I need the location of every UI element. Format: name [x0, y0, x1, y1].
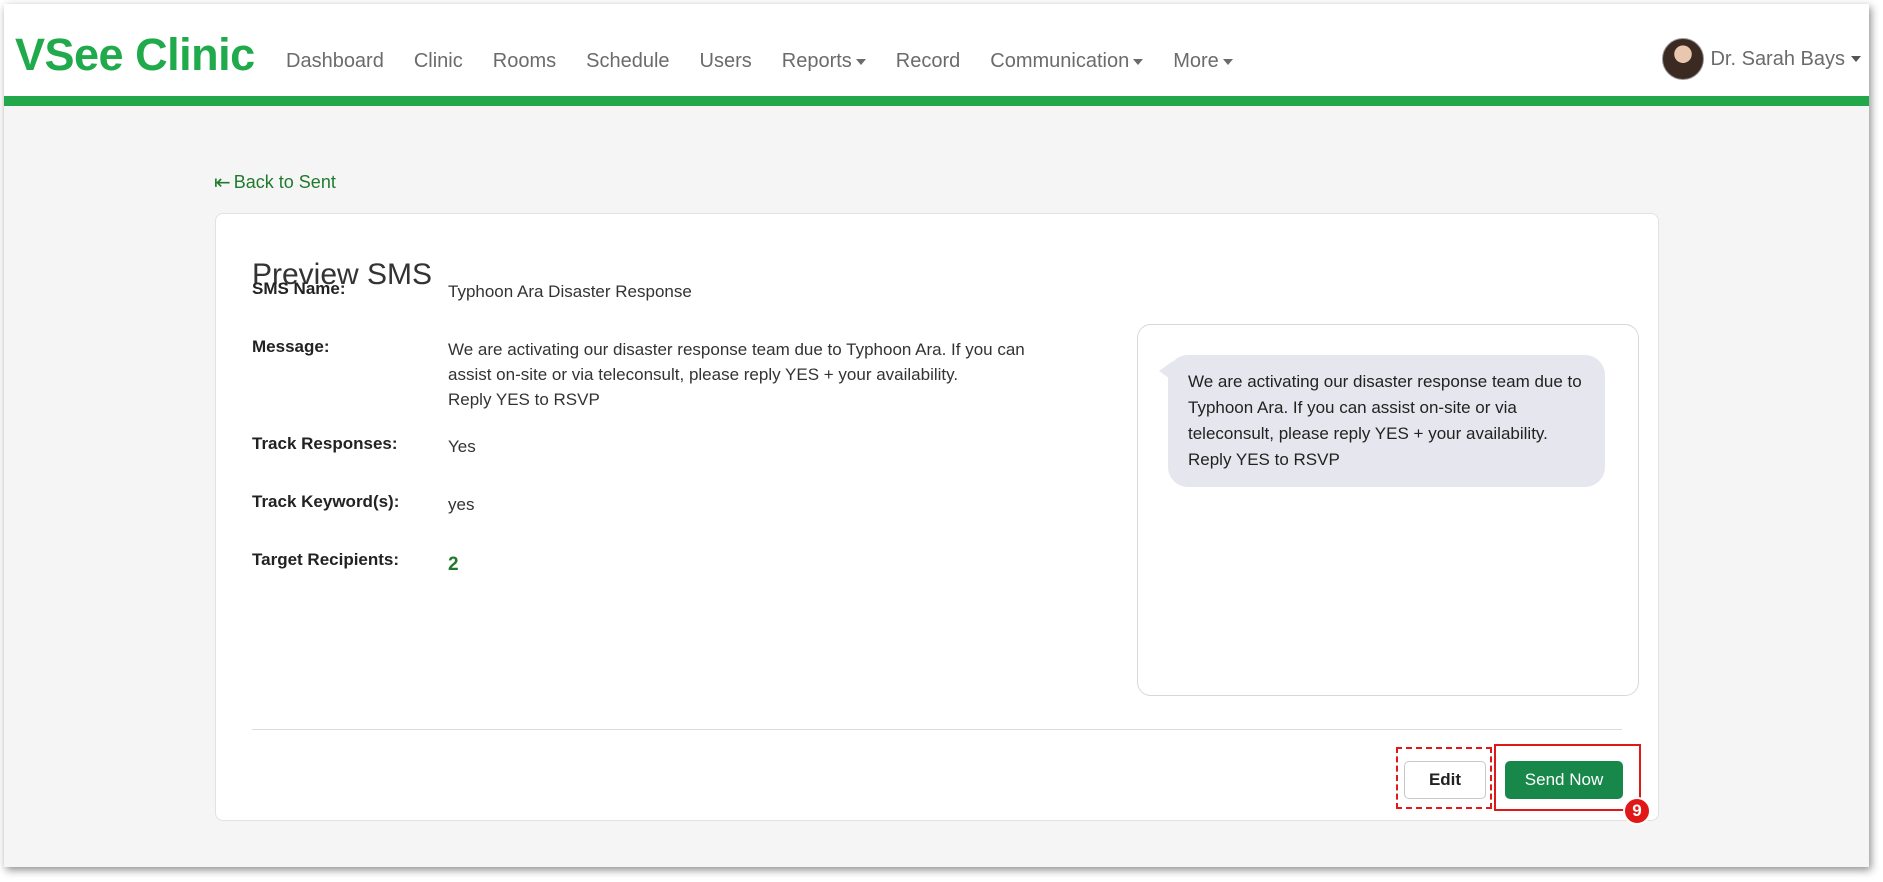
user-name: Dr. Sarah Bays [1710, 47, 1845, 70]
nav-users[interactable]: Users [700, 50, 752, 73]
nav-rooms-label: Rooms [492, 50, 557, 72]
back-link-label: Back to Sent [233, 172, 336, 192]
nav-more[interactable]: More [1173, 50, 1233, 73]
back-arrow-icon: ⇤ [214, 172, 231, 194]
chevron-down-icon [855, 58, 866, 65]
chevron-down-icon [1222, 58, 1233, 65]
sms-bubble: We are activating our disaster response … [1159, 355, 1605, 487]
nav-more-label: More [1173, 50, 1219, 72]
step-badge: 9 [1623, 797, 1651, 825]
bubble-tail [1159, 361, 1173, 381]
chevron-down-icon [1133, 58, 1144, 65]
preview-sms-card: Preview SMS SMS Name: Typhoon Ara Disast… [215, 213, 1659, 821]
track-keywords-label: Track Keyword(s): [252, 492, 400, 511]
avatar [1662, 38, 1705, 80]
target-recipients-value[interactable]: 2 [448, 552, 1028, 577]
top-navbar: VSee Clinic Dashboard Clinic Rooms Sched… [4, 4, 1869, 106]
edit-button[interactable]: Edit [1404, 761, 1486, 799]
nav-communication[interactable]: Communication [990, 50, 1144, 73]
nav-reports[interactable]: Reports [782, 50, 866, 73]
chevron-down-icon [1851, 56, 1861, 62]
nav-users-label: Users [699, 50, 752, 72]
nav-dashboard-label: Dashboard [286, 50, 384, 72]
nav-record-label: Record [895, 50, 961, 72]
sms-name-label: SMS Name: [252, 279, 346, 298]
send-now-button[interactable]: Send Now [1505, 761, 1623, 799]
main-nav: Dashboard Clinic Rooms Schedule Users Re… [286, 50, 1263, 73]
app-window: VSee Clinic Dashboard Clinic Rooms Sched… [4, 4, 1869, 867]
track-responses-label: Track Responses: [252, 434, 398, 453]
phone-preview: We are activating our disaster response … [1137, 324, 1639, 696]
back-to-sent-link[interactable]: ⇤ Back to Sent [214, 170, 336, 195]
nav-clinic[interactable]: Clinic [414, 50, 463, 73]
nav-rooms[interactable]: Rooms [493, 50, 556, 73]
message-label: Message: [252, 337, 330, 356]
track-keywords-value: yes [448, 495, 475, 514]
nav-schedule[interactable]: Schedule [586, 50, 669, 73]
divider [252, 729, 1622, 730]
nav-schedule-label: Schedule [586, 50, 670, 72]
nav-communication-label: Communication [990, 50, 1130, 72]
user-menu[interactable]: Dr. Sarah Bays [1662, 38, 1861, 80]
nav-record[interactable]: Record [896, 50, 960, 73]
nav-dashboard[interactable]: Dashboard [286, 50, 384, 73]
sms-bubble-text: We are activating our disaster response … [1188, 372, 1582, 469]
message-value: We are activating our disaster response … [448, 340, 1025, 409]
nav-clinic-label: Clinic [413, 50, 463, 72]
nav-reports-label: Reports [781, 50, 852, 72]
target-recipients-label: Target Recipients: [252, 550, 400, 569]
sms-name-value: Typhoon Ara Disaster Response [448, 282, 692, 301]
vsee-clinic-logo[interactable]: VSee Clinic [15, 29, 255, 81]
track-responses-value: Yes [448, 437, 476, 456]
